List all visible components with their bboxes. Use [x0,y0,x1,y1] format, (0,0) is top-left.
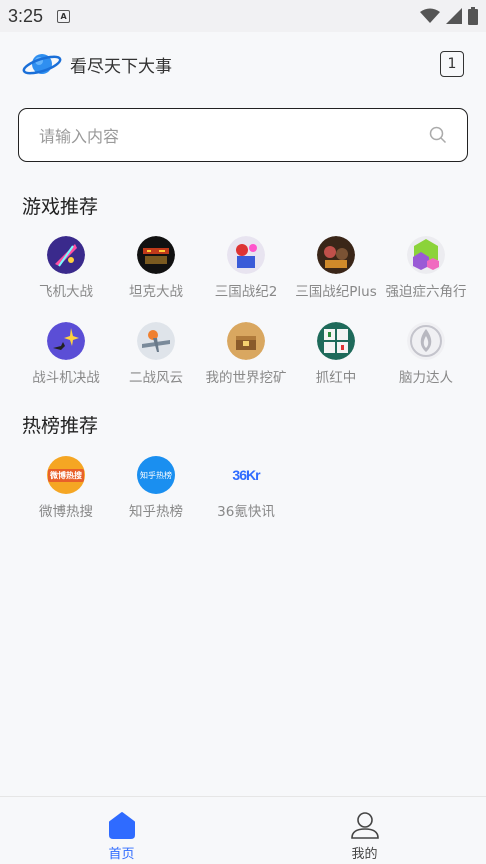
game-item[interactable]: 三国战纪2 [201,236,291,322]
status-icons [420,7,478,25]
hot-item[interactable]: 微博热搜 微博热搜 [21,456,111,542]
game-label: 我的世界挖矿 [205,370,287,386]
game-item[interactable]: 坦克大战 [111,236,201,322]
game-label: 二战风云 [129,370,183,386]
zhihu-badge-text: 知乎热榜 [140,470,172,480]
search-input[interactable]: 请输入内容 [18,108,468,162]
tab-home-label: 首页 [108,847,135,862]
brain-master-icon [407,322,445,360]
weibo-badge-text: 微博热搜 [48,468,84,482]
search-icon[interactable] [429,126,447,144]
hot-grid: 微博热搜 微博热搜 知乎热榜 知乎热榜 36Kr 36氪快讯 [21,456,471,542]
game-label: 飞机大战 [39,284,93,300]
three-kingdoms-plus-icon [317,236,355,274]
game-item[interactable]: 二战风云 [111,322,201,408]
hot-label: 微博热搜 [39,504,93,520]
game-item[interactable]: 脑力达人 [381,322,471,408]
hot-section-title: 热榜推荐 [22,415,99,437]
game-label: 坦克大战 [129,284,183,300]
36kr-icon: 36Kr [227,456,265,494]
games-grid: 飞机大战 坦克大战 三国战纪2 三国战纪Plus 强迫症六角行 战斗机决战 二战… [21,236,471,408]
games-section-title: 游戏推荐 [22,196,99,218]
status-bar: 3:25 A [0,0,486,32]
fighter-jet-icon [47,322,85,360]
three-kingdoms-2-icon [227,236,265,274]
game-item[interactable]: 战斗机决战 [21,322,111,408]
tab-home[interactable]: 首页 [0,797,243,864]
game-label: 三国战纪2 [214,284,278,300]
mahjong-icon [317,322,355,360]
site-title: 看尽天下大事 [70,56,172,77]
app-header: 看尽天下大事 1 [0,32,486,96]
game-label: 三国战纪Plus [295,284,377,300]
hot-item[interactable]: 知乎热榜 知乎热榜 [111,456,201,542]
hot-label: 36氪快讯 [217,504,275,520]
hot-label: 知乎热榜 [129,504,183,520]
cell-signal-icon [446,8,462,24]
game-label: 脑力达人 [399,370,453,386]
game-item[interactable]: 抓红中 [291,322,381,408]
battery-icon [468,7,478,25]
bottom-tab-bar: 首页 我的 [0,796,486,864]
planet-logo-icon [22,54,62,75]
game-label: 战斗机决战 [32,370,100,386]
game-item[interactable]: 我的世界挖矿 [201,322,291,408]
tab-count-button[interactable]: 1 [440,51,464,77]
tab-mine[interactable]: 我的 [243,797,486,864]
tab-mine-label: 我的 [351,847,378,862]
sim-icon: A [57,9,71,23]
game-item[interactable]: 强迫症六角行 [381,236,471,322]
minecraft-mining-icon [227,322,265,360]
user-icon [350,812,379,839]
weibo-hot-icon: 微博热搜 [47,456,85,494]
zhihu-hot-icon: 知乎热榜 [137,456,175,494]
game-item[interactable]: 三国战纪Plus [291,236,381,322]
status-time: 3:25 [8,5,44,26]
search-placeholder: 请输入内容 [39,127,120,146]
home-icon [108,812,135,839]
game-label: 强迫症六角行 [385,284,467,300]
ww2-icon [137,322,175,360]
game-label: 抓红中 [315,370,357,386]
hexagon-puzzle-icon [407,236,445,274]
plane-battle-icon [47,236,85,274]
game-item[interactable]: 飞机大战 [21,236,111,322]
wifi-icon [420,8,440,23]
36kr-badge-text: 36Kr [232,467,260,483]
tank-battle-icon [137,236,175,274]
hot-item[interactable]: 36Kr 36氪快讯 [201,456,291,542]
